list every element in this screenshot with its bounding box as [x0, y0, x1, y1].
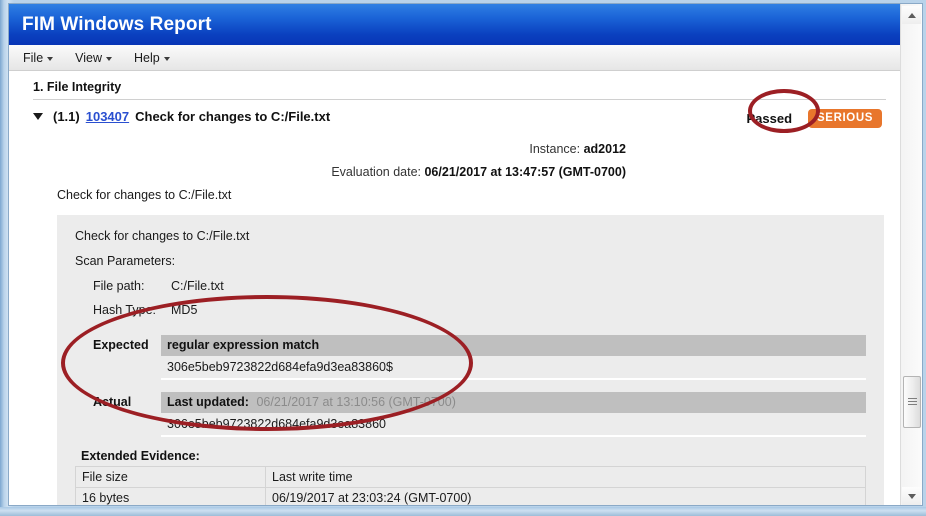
actual-label: Actual: [75, 392, 161, 409]
evaluation-date-line: Evaluation date: 06/21/2017 at 13:47:57 …: [9, 165, 626, 179]
table-row: 16 bytes 06/19/2017 at 23:03:24 (GMT-070…: [76, 488, 866, 507]
severity-badge: SERIOUS: [808, 109, 882, 128]
expected-value: 306e5beb9723822d684efa9d3ea83860$: [161, 356, 866, 380]
grip-lines-icon: [908, 398, 917, 406]
status-cluster: Passed SERIOUS: [740, 109, 882, 128]
window-frame: FIM Windows Report File View Help 1. Fil…: [0, 0, 926, 516]
evaluation-date-value: 06/21/2017 at 13:47:57 (GMT-0700): [424, 165, 626, 179]
param-key: Hash Type:: [93, 303, 171, 317]
menu-item-help[interactable]: Help: [134, 51, 170, 65]
report-body: 1. File Integrity (1.1) 103407 Check for…: [9, 71, 902, 506]
cell-file-size: 16 bytes: [76, 488, 266, 507]
actual-value: 306e5beb9723822d684efa9d3ea83860: [161, 413, 866, 437]
menu-item-file[interactable]: File: [23, 51, 53, 65]
param-value: MD5: [171, 303, 197, 317]
param-row-hash-type: Hash Type: MD5: [75, 303, 866, 317]
expected-header-text: regular expression match: [167, 338, 319, 352]
menu-bar: File View Help: [9, 45, 902, 71]
menu-item-view-label: View: [75, 51, 102, 65]
section-heading: 1. File Integrity: [33, 80, 886, 100]
rule-number: (1.1): [53, 109, 80, 124]
rule-title: Check for changes to C:/File.txt: [135, 109, 330, 124]
scroll-down-button[interactable]: [902, 487, 921, 505]
chevron-down-icon: [164, 57, 170, 61]
extended-evidence-table: File size Last write time 16 bytes 06/19…: [75, 466, 866, 506]
rule-description: Check for changes to C:/File.txt: [57, 188, 902, 202]
menu-item-help-label: Help: [134, 51, 160, 65]
rule-id-link[interactable]: 103407: [86, 109, 129, 124]
arrow-down-icon: [908, 494, 916, 499]
expected-label: Expected: [75, 335, 161, 352]
expand-collapse-triangle-icon[interactable]: [33, 113, 43, 120]
actual-header-text: Last updated:: [167, 395, 249, 409]
expected-row: Expected regular expression match 306e5b…: [75, 335, 866, 380]
scrollbar-thumb[interactable]: [903, 376, 921, 428]
actual-content: Last updated: 06/21/2017 at 13:10:56 (GM…: [161, 392, 866, 437]
arrow-up-icon: [908, 13, 916, 18]
menu-item-view[interactable]: View: [75, 51, 112, 65]
menu-item-file-label: File: [23, 51, 43, 65]
extended-evidence-title: Extended Evidence:: [81, 449, 866, 463]
expected-header: regular expression match: [161, 335, 866, 356]
scroll-up-button[interactable]: [902, 6, 921, 24]
application-window: FIM Windows Report File View Help 1. Fil…: [8, 3, 923, 506]
expected-actual-block: Expected regular expression match 306e5b…: [75, 335, 866, 437]
param-key: File path:: [93, 279, 171, 293]
cell-last-write-time: 06/19/2017 at 23:03:24 (GMT-0700): [266, 488, 866, 507]
detail-panel: Check for changes to C:/File.txt Scan Pa…: [57, 215, 884, 506]
actual-header-timestamp: 06/21/2017 at 13:10:56 (GMT-0700): [256, 395, 455, 409]
window-title: FIM Windows Report: [9, 14, 212, 36]
expected-content: regular expression match 306e5beb9723822…: [161, 335, 866, 380]
actual-header: Last updated: 06/21/2017 at 13:10:56 (GM…: [161, 392, 866, 413]
chevron-down-icon: [47, 57, 53, 61]
scan-parameters-label: Scan Parameters:: [75, 254, 866, 268]
param-row-file-path: File path: C:/File.txt: [75, 279, 866, 293]
title-bar: FIM Windows Report: [9, 4, 902, 45]
panel-check-name: Check for changes to C:/File.txt: [75, 229, 866, 243]
vertical-scrollbar[interactable]: [900, 4, 922, 506]
instance-label: Instance:: [529, 142, 580, 156]
status-badge: Passed: [740, 110, 798, 127]
rule-metadata: Instance: ad2012 Evaluation date: 06/21/…: [9, 142, 884, 179]
table-header-row: File size Last write time: [76, 467, 866, 488]
param-value: C:/File.txt: [171, 279, 224, 293]
evaluation-date-label: Evaluation date:: [331, 165, 421, 179]
instance-value: ad2012: [584, 142, 626, 156]
chevron-down-icon: [106, 57, 112, 61]
actual-row: Actual Last updated: 06/21/2017 at 13:10…: [75, 392, 866, 437]
column-header-file-size: File size: [76, 467, 266, 488]
rule-row: (1.1) 103407 Check for changes to C:/Fil…: [33, 109, 886, 133]
instance-line: Instance: ad2012: [9, 142, 626, 156]
column-header-last-write-time: Last write time: [266, 467, 866, 488]
